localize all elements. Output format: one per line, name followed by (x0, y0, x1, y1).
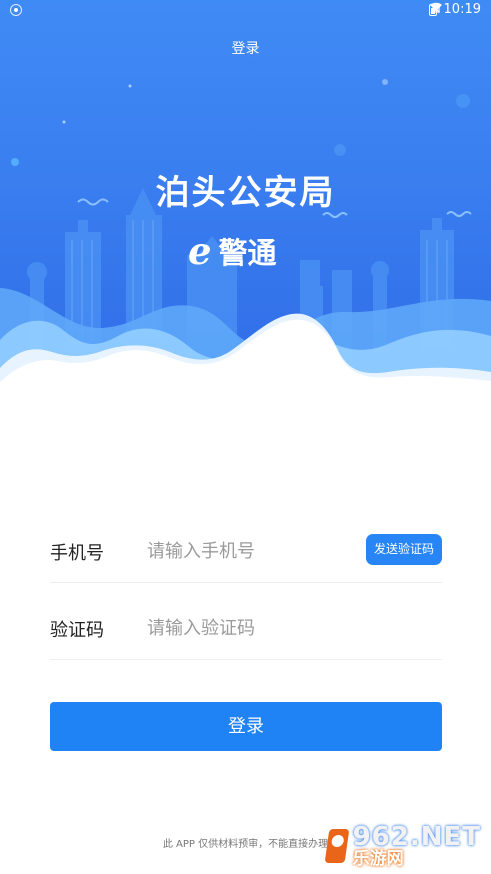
status-bar: 10:19 (0, 0, 491, 22)
battery-icon (428, 3, 437, 16)
code-input[interactable] (145, 611, 369, 645)
e-logo-icon: e (188, 228, 212, 273)
code-label: 验证码 (50, 620, 104, 641)
watermark-top-text: 962.NET (352, 822, 481, 852)
brand-title: 泊头公安局 (155, 173, 336, 213)
code-row: 验证码 (50, 597, 442, 660)
page-title: 登录 (231, 41, 260, 57)
login-form: 手机号 发送验证码 验证码 (50, 520, 442, 660)
watermark-text: 962.NET 乐游网 (353, 824, 481, 868)
brand-logo-text: 警通 (218, 236, 277, 270)
status-time: 10:19 (443, 2, 481, 17)
watermark-logo-icon (324, 829, 349, 863)
site-watermark: 962.NET 乐游网 (324, 824, 481, 868)
login-header-banner: 10:19 登录 泊头公安局 e 警通 (0, 0, 491, 400)
phone-label: 手机号 (50, 543, 104, 564)
send-code-button[interactable]: 发送验证码 (365, 534, 442, 565)
shield-icon (10, 4, 22, 16)
phone-row: 手机号 发送验证码 (50, 520, 442, 583)
login-button[interactable]: 登录 (50, 702, 442, 751)
phone-input[interactable] (145, 534, 369, 568)
brand-logo: e 警通 (188, 230, 277, 272)
watermark-bottom-text: 乐游网 (352, 849, 404, 869)
status-icons: 10:19 (428, 2, 481, 17)
